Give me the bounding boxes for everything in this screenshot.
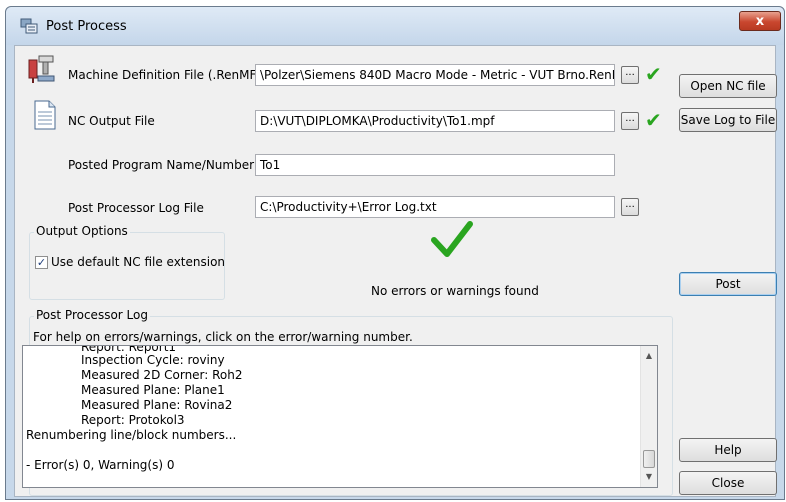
title-bar[interactable]: Post Process x (6, 7, 784, 45)
scroll-down-arrow-icon[interactable]: ▼ (641, 469, 657, 485)
log-output-box[interactable]: Report: Report1 Inspection Cycle: roviny… (22, 345, 658, 488)
close-button[interactable]: Close (679, 471, 777, 495)
nc-output-ok-icon: ✔ (645, 108, 662, 132)
success-check-icon (431, 221, 473, 257)
use-default-ext-label[interactable]: Use default NC file extension (51, 255, 225, 269)
output-options-title: Output Options (34, 224, 130, 238)
machine-definition-icon (28, 55, 55, 83)
machine-definition-field[interactable]: \Polzer\Siemens 840D Macro Mode - Metric… (255, 64, 615, 86)
log-line: Measured 2D Corner: Roh2 (81, 368, 243, 382)
log-scrollbar[interactable]: ▲ ▼ (640, 346, 657, 487)
window-close-button[interactable]: x (739, 11, 781, 31)
nc-output-field[interactable]: D:\VUT\DIPLOMKA\Productivity\To1.mpf (255, 110, 615, 132)
log-file-label: Post Processor Log File (68, 201, 204, 215)
log-line: Inspection Cycle: roviny (81, 353, 225, 367)
log-file-field[interactable]: C:\Productivity+\Error Log.txt (255, 196, 615, 218)
machine-definition-label: Machine Definition File (.RenMF) (68, 68, 262, 82)
program-name-field[interactable]: To1 (255, 154, 615, 176)
log-line: Renumbering line/block numbers... (26, 428, 237, 442)
log-help-text: For help on errors/warnings, click on th… (33, 330, 413, 344)
scroll-up-arrow-icon[interactable]: ▲ (641, 348, 657, 364)
post-button[interactable]: Post (679, 272, 777, 296)
log-line: Report: Protokol3 (81, 413, 185, 427)
save-log-button[interactable]: Save Log to File (679, 108, 777, 132)
machine-definition-ok-icon: ✔ (645, 62, 662, 86)
nc-output-browse-button[interactable]: ... (621, 112, 639, 130)
scroll-thumb[interactable] (643, 450, 655, 468)
machine-definition-browse-button[interactable]: ... (621, 66, 639, 84)
log-title: Post Processor Log (34, 308, 150, 322)
log-file-browse-button[interactable]: ... (621, 198, 639, 216)
log-line: Measured Plane: Rovina2 (81, 398, 233, 412)
help-button[interactable]: Help (679, 438, 777, 462)
log-line: - Error(s) 0, Warning(s) 0 (26, 458, 175, 472)
nc-output-label: NC Output File (68, 114, 155, 128)
log-line: Measured Plane: Plane1 (81, 383, 225, 397)
use-default-ext-checkbox[interactable]: ✓ (35, 256, 48, 269)
result-message: No errors or warnings found (371, 284, 539, 298)
open-nc-file-button[interactable]: Open NC file (679, 74, 777, 98)
post-process-app-icon (20, 18, 38, 34)
window-title: Post Process (46, 19, 127, 34)
document-icon (34, 100, 56, 130)
program-name-label: Posted Program Name/Number (68, 158, 255, 172)
